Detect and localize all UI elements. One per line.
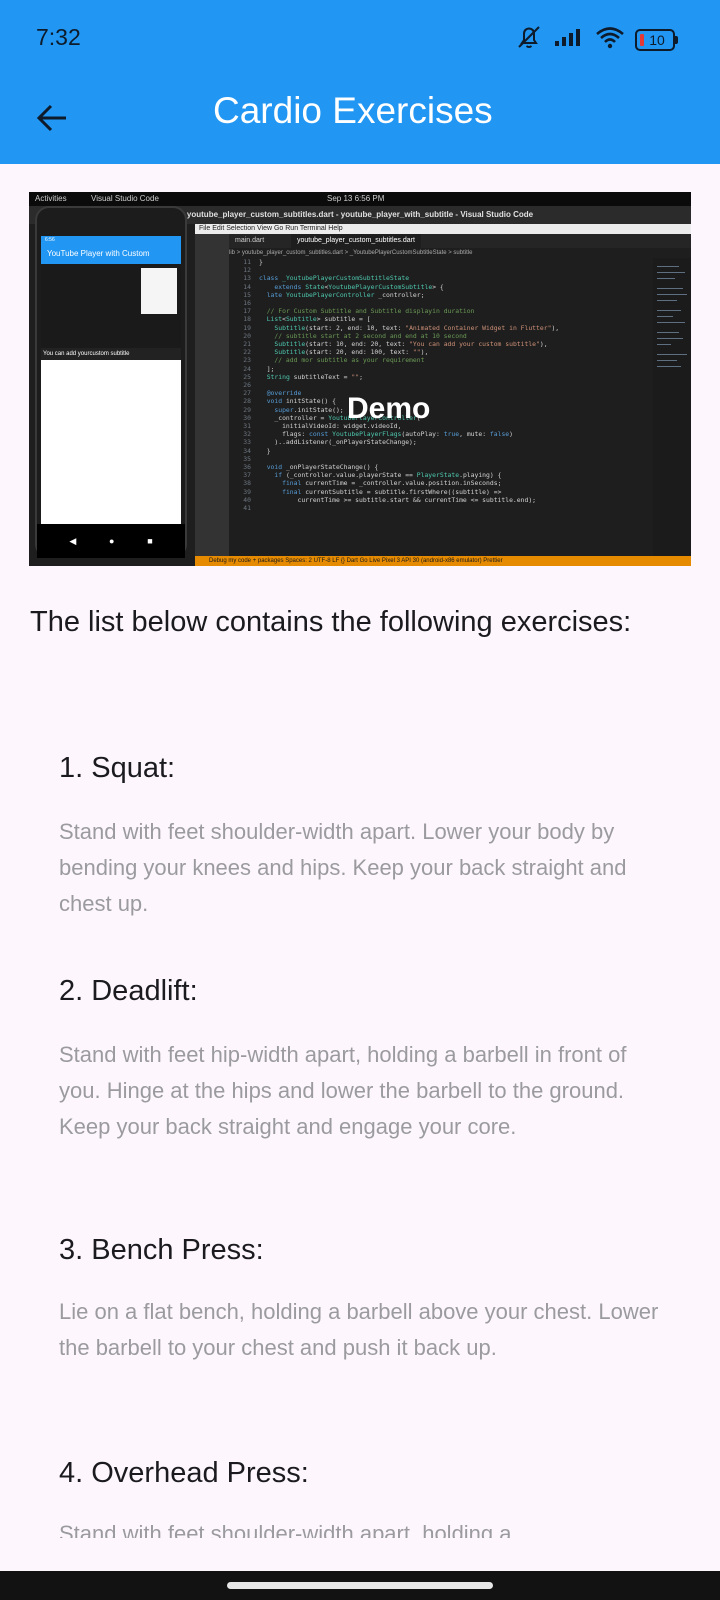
exercise-title: 4. Overhead Press: xyxy=(59,1457,309,1489)
status-icons: 10 xyxy=(515,24,678,55)
battery-icon: 10 xyxy=(635,28,678,51)
demo-app-label: Visual Studio Code xyxy=(91,194,159,203)
exercise-title: 1. Squat: xyxy=(59,752,176,784)
app-bar: Cardio Exercises xyxy=(0,78,720,164)
top-bar: 7:32 10 Cardio Exercises xyxy=(0,0,720,164)
nav-back-icon: ◀ xyxy=(69,535,77,546)
nav-recents-icon: ■ xyxy=(147,536,153,546)
status-time: 7:32 xyxy=(36,24,81,50)
demo-activities-label: Activities xyxy=(35,194,67,203)
demo-phone: 6:56 YouTube Player with Custom Subtitle… xyxy=(35,206,187,558)
demo-phone-title: YouTube Player with Custom Subtitles xyxy=(41,244,181,278)
demo-phone-video xyxy=(41,264,181,348)
exercise-description: Stand with feet shoulder-width apart, ho… xyxy=(59,1521,512,1538)
demo-label: Demo xyxy=(347,392,431,425)
demo-editor-tabs: main.dart youtube_player_custom_subtitle… xyxy=(195,234,691,248)
demo-code: 11} 12 13 class _YoutubePlayerCustomSubti… xyxy=(243,258,560,513)
demo-minimap xyxy=(653,258,691,556)
intro-text: The list below contains the following ex… xyxy=(30,606,632,638)
home-gesture-handle[interactable] xyxy=(227,1582,493,1589)
system-nav-bar xyxy=(0,1571,720,1600)
mute-icon xyxy=(515,24,543,55)
exercise-description: Lie on a flat bench, holding a barbell a… xyxy=(59,1299,659,1360)
demo-image[interactable]: Activities Visual Studio Code Sep 13 6:5… xyxy=(29,192,691,566)
demo-phone-subtitle: You can add yourcustom subtitle xyxy=(41,348,181,360)
demo-activity-bar xyxy=(195,234,229,556)
battery-level: 10 xyxy=(649,31,665,48)
demo-phone-status: 6:56 xyxy=(41,236,181,244)
demo-clock: Sep 13 6:56 PM xyxy=(327,194,385,203)
exercise-title: 2. Deadlift: xyxy=(59,975,198,1007)
wifi-icon xyxy=(595,25,625,54)
exercise-description: Stand with feet shoulder-width apart. Lo… xyxy=(59,819,627,916)
exercise-title: 3. Bench Press: xyxy=(59,1234,264,1266)
demo-phone-nav: ◀ ● ■ xyxy=(37,524,185,558)
demo-os-top-bar: Activities Visual Studio Code Sep 13 6:5… xyxy=(29,192,691,206)
demo-menu-bar: File Edit Selection View Go Run Terminal… xyxy=(195,224,691,234)
status-bar: 7:32 10 xyxy=(0,0,720,78)
signal-icon xyxy=(553,26,585,53)
page-title: Cardio Exercises xyxy=(213,90,493,131)
demo-breadcrumb: lib > youtube_player_custom_subtitles.da… xyxy=(229,250,473,256)
exercise-description: Stand with feet hip-width apart, holding… xyxy=(59,1042,627,1139)
demo-tab: main.dart xyxy=(235,237,265,244)
demo-tab-active: youtube_player_custom_subtitles.dart xyxy=(291,234,421,248)
demo-status-bar: Debug my code + packages Spaces: 2 UTF-8… xyxy=(195,556,691,566)
nav-home-icon: ● xyxy=(109,536,115,546)
arrow-left-icon xyxy=(36,104,66,132)
back-button[interactable] xyxy=(30,96,74,140)
